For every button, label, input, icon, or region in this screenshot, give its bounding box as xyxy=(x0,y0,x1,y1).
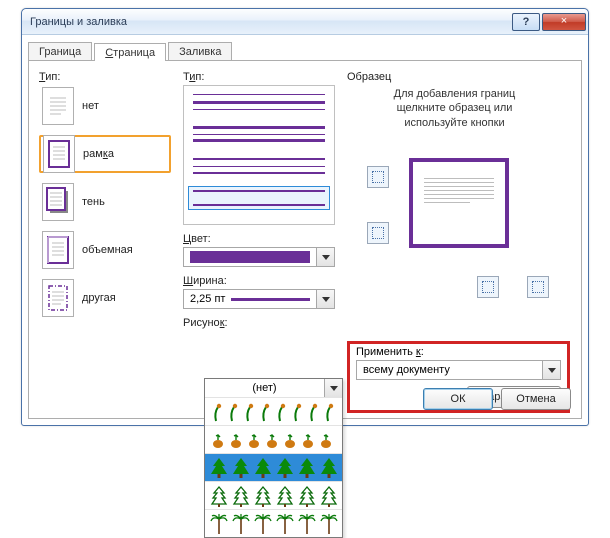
chevron-down-icon xyxy=(322,297,330,302)
setting-3d[interactable]: объемная xyxy=(39,231,171,269)
setting-shadow-icon xyxy=(42,183,74,221)
color-combo[interactable] xyxy=(183,247,335,267)
tab-strip: Граница Страница Заливка xyxy=(28,39,582,61)
edge-icon xyxy=(532,281,544,293)
help-icon: ? xyxy=(523,16,530,28)
dialog-window: Границы и заливка ? × Граница Страница З… xyxy=(21,8,589,426)
combo-button[interactable] xyxy=(316,248,334,266)
preview-section: Образец Для добавления границ щелкните о… xyxy=(347,67,562,286)
setting-3d-icon xyxy=(42,231,74,269)
combo-button[interactable] xyxy=(324,379,342,397)
art-label: Рисунок: xyxy=(183,317,335,329)
setting-3d-label: объемная xyxy=(82,244,133,256)
edge-icon xyxy=(482,281,494,293)
preview-label: Образец xyxy=(347,71,562,83)
style-option[interactable] xyxy=(188,122,330,146)
width-value: 2,25 пт xyxy=(190,293,225,305)
edge-left-button[interactable] xyxy=(477,276,499,298)
style-option[interactable] xyxy=(188,90,330,114)
tab-fill[interactable]: Заливка xyxy=(168,42,232,60)
width-label: Ширина: xyxy=(183,275,335,287)
titlebar: Границы и заливка ? × xyxy=(22,9,588,35)
art-dropdown-header[interactable]: (нет) xyxy=(205,379,342,397)
close-icon: × xyxy=(561,16,567,27)
apply-to-value: всему документу xyxy=(357,364,542,376)
color-label: Цвет: xyxy=(183,233,335,245)
help-button[interactable]: ? xyxy=(512,13,540,31)
art-option-trees-selected[interactable] xyxy=(205,453,342,481)
art-option-pumpkins[interactable] xyxy=(205,425,342,453)
art-option-pines[interactable] xyxy=(205,481,342,509)
apply-to-label: Применить к: xyxy=(356,346,561,358)
edge-bottom-button[interactable] xyxy=(367,222,389,244)
setting-none-label: нет xyxy=(82,100,99,112)
color-swatch xyxy=(190,251,310,263)
art-none-option: (нет) xyxy=(205,379,324,397)
setting-none-icon xyxy=(42,87,74,125)
setting-shadow-label: тень xyxy=(82,196,105,208)
setting-custom[interactable]: другая xyxy=(39,279,171,317)
window-title: Границы и заливка xyxy=(30,16,510,28)
style-list[interactable] xyxy=(183,85,335,225)
preview-area xyxy=(347,136,562,286)
setting-section: Тип: нет рамка xyxy=(39,67,171,317)
setting-custom-label: другая xyxy=(82,292,116,304)
setting-label: Тип: xyxy=(39,71,171,83)
edge-icon xyxy=(372,227,384,239)
art-option-carrots[interactable] xyxy=(205,397,342,425)
setting-box-label: рамка xyxy=(83,148,114,160)
width-combo[interactable]: 2,25 пт xyxy=(183,289,335,309)
setting-custom-icon xyxy=(42,279,74,317)
setting-box-icon xyxy=(43,135,75,173)
edge-top-button[interactable] xyxy=(367,166,389,188)
art-option-palms[interactable] xyxy=(205,509,342,537)
setting-none[interactable]: нет xyxy=(39,87,171,125)
width-preview xyxy=(231,298,310,301)
edge-icon xyxy=(372,171,384,183)
tab-border[interactable]: Граница xyxy=(28,42,92,60)
preview-hint: Для добавления границ щелкните образец и… xyxy=(347,87,562,130)
close-button[interactable]: × xyxy=(542,13,586,31)
apply-to-combo[interactable]: всему документу xyxy=(356,360,561,380)
setting-box[interactable]: рамка xyxy=(39,135,171,173)
style-option-selected[interactable] xyxy=(188,186,330,210)
cancel-button[interactable]: Отмена xyxy=(501,388,571,410)
style-label: Тип: xyxy=(183,71,335,83)
edge-right-button[interactable] xyxy=(527,276,549,298)
style-section: Тип: Цвет: Ширина: xyxy=(183,67,335,331)
combo-button[interactable] xyxy=(542,361,560,379)
page-preview[interactable] xyxy=(409,158,509,248)
chevron-down-icon xyxy=(330,386,338,391)
setting-shadow[interactable]: тень xyxy=(39,183,171,221)
tab-page[interactable]: Страница xyxy=(94,43,166,61)
tab-panel: Тип: нет рамка xyxy=(28,61,582,419)
art-dropdown: (нет) xyxy=(204,378,343,538)
color-swatch-wrap xyxy=(184,251,316,263)
style-option[interactable] xyxy=(188,154,330,178)
dialog-buttons: ОК Отмена xyxy=(423,388,571,410)
ok-button[interactable]: ОК xyxy=(423,388,493,410)
chevron-down-icon xyxy=(322,255,330,260)
chevron-down-icon xyxy=(548,368,556,373)
combo-button[interactable] xyxy=(316,290,334,308)
